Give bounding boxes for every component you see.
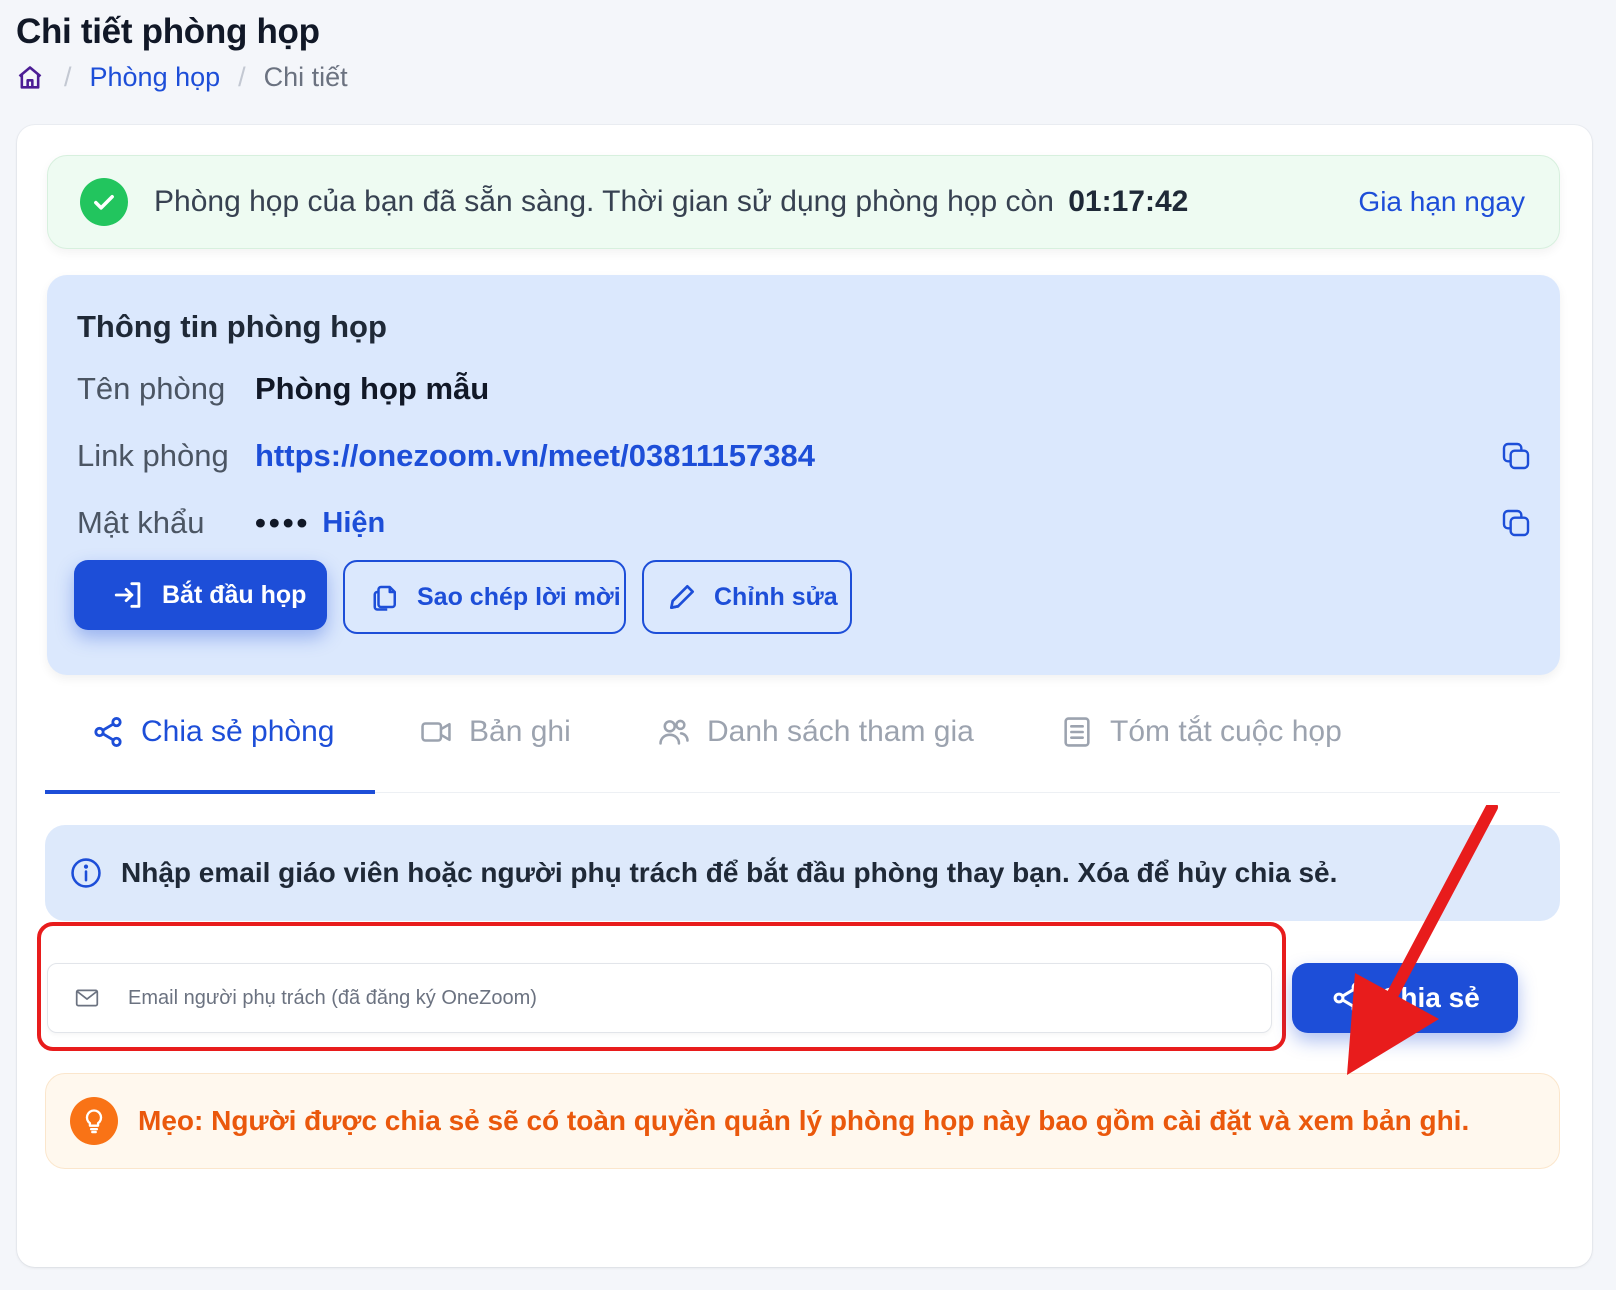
edit-label: Chỉnh sửa [714, 582, 838, 611]
start-meeting-label: Bắt đầu họp [162, 580, 307, 609]
status-message-text: Phòng họp của bạn đã sẵn sàng. Thời gian… [154, 185, 1054, 218]
room-link-row: Link phòng https://onezoom.vn/meet/03811… [77, 438, 815, 474]
main-card: Phòng họp của bạn đã sẵn sàng. Thời gian… [17, 125, 1592, 1267]
tab-share-room-label: Chia sẻ phòng [141, 715, 335, 748]
tab-share-room[interactable]: Chia sẻ phòng [91, 715, 334, 749]
password-label: Mật khẩu [77, 505, 205, 540]
check-circle-icon [80, 178, 128, 226]
room-name-value: Phòng họp mẫu [255, 371, 490, 406]
room-link-label: Link phòng [77, 438, 229, 473]
room-info-heading: Thông tin phòng họp [77, 309, 387, 344]
status-message: Phòng họp của bạn đã sẵn sàng. Thời gian… [154, 185, 1188, 219]
login-icon [112, 578, 146, 612]
room-name-row: Tên phòng Phòng họp mẫu [77, 371, 489, 407]
breadcrumb-link-rooms[interactable]: Phòng họp [90, 62, 221, 93]
users-icon [657, 715, 691, 749]
page-title: Chi tiết phòng họp [16, 12, 320, 51]
room-name-label: Tên phòng [77, 371, 226, 406]
share-notice-text: Nhập email giáo viên hoặc người phụ trác… [121, 857, 1338, 888]
breadcrumb: / Phòng họp / Chi tiết [16, 62, 348, 93]
tab-meeting-summary-label: Tóm tắt cuộc họp [1110, 715, 1342, 748]
tip-text: Mẹo: Người được chia sẻ sẽ có toàn quyền… [138, 1105, 1470, 1136]
password-masked: •••• [255, 505, 311, 540]
room-link-value[interactable]: https://onezoom.vn/meet/03811157384 [255, 438, 815, 474]
breadcrumb-current: Chi tiết [263, 62, 348, 92]
mail-icon [74, 985, 100, 1011]
info-icon [69, 856, 103, 890]
lightbulb-icon [70, 1097, 118, 1145]
start-meeting-button[interactable]: Bắt đầu họp [74, 560, 327, 630]
password-row: Mật khẩu •••• Hiện [77, 505, 385, 541]
show-password-link[interactable]: Hiện [322, 507, 385, 540]
tab-participants[interactable]: Danh sách tham gia [657, 715, 974, 749]
document-icon [1060, 715, 1094, 749]
share-notice: Nhập email giáo viên hoặc người phụ trác… [45, 825, 1560, 921]
active-tab-indicator [45, 790, 375, 794]
share-icon [1330, 980, 1366, 1016]
share-icon [91, 715, 125, 749]
tab-recordings[interactable]: Bản ghi [419, 715, 571, 749]
copy-icon [371, 582, 401, 612]
copy-invite-label: Sao chép lời mời [417, 582, 621, 611]
tip-box: Mẹo: Người được chia sẻ sẽ có toàn quyền… [45, 1073, 1560, 1169]
share-button[interactable]: Chia sẻ [1292, 963, 1518, 1033]
copy-password-icon[interactable] [1500, 507, 1532, 539]
tab-meeting-summary[interactable]: Tóm tắt cuộc họp [1060, 715, 1342, 749]
tab-recordings-label: Bản ghi [469, 715, 571, 748]
copy-invite-button[interactable]: Sao chép lời mời [343, 560, 626, 634]
breadcrumb-separator: / [238, 62, 246, 92]
time-remaining: 01:17:42 [1068, 185, 1189, 218]
pencil-icon [666, 581, 698, 613]
email-input[interactable] [128, 986, 1271, 1010]
edit-button[interactable]: Chỉnh sửa [642, 560, 852, 634]
copy-link-icon[interactable] [1500, 440, 1532, 472]
status-alert: Phòng họp của bạn đã sẵn sàng. Thời gian… [47, 155, 1560, 249]
home-icon[interactable] [16, 63, 46, 93]
breadcrumb-separator: / [64, 62, 72, 92]
extend-link[interactable]: Gia hạn ngay [1358, 186, 1525, 218]
share-button-label: Chia sẻ [1380, 982, 1480, 1013]
tab-participants-label: Danh sách tham gia [707, 715, 974, 748]
email-input-wrapper [47, 963, 1272, 1033]
tab-bar: Chia sẻ phòng Bản ghi Danh sách tham gia… [45, 685, 1560, 794]
video-icon [419, 715, 453, 749]
